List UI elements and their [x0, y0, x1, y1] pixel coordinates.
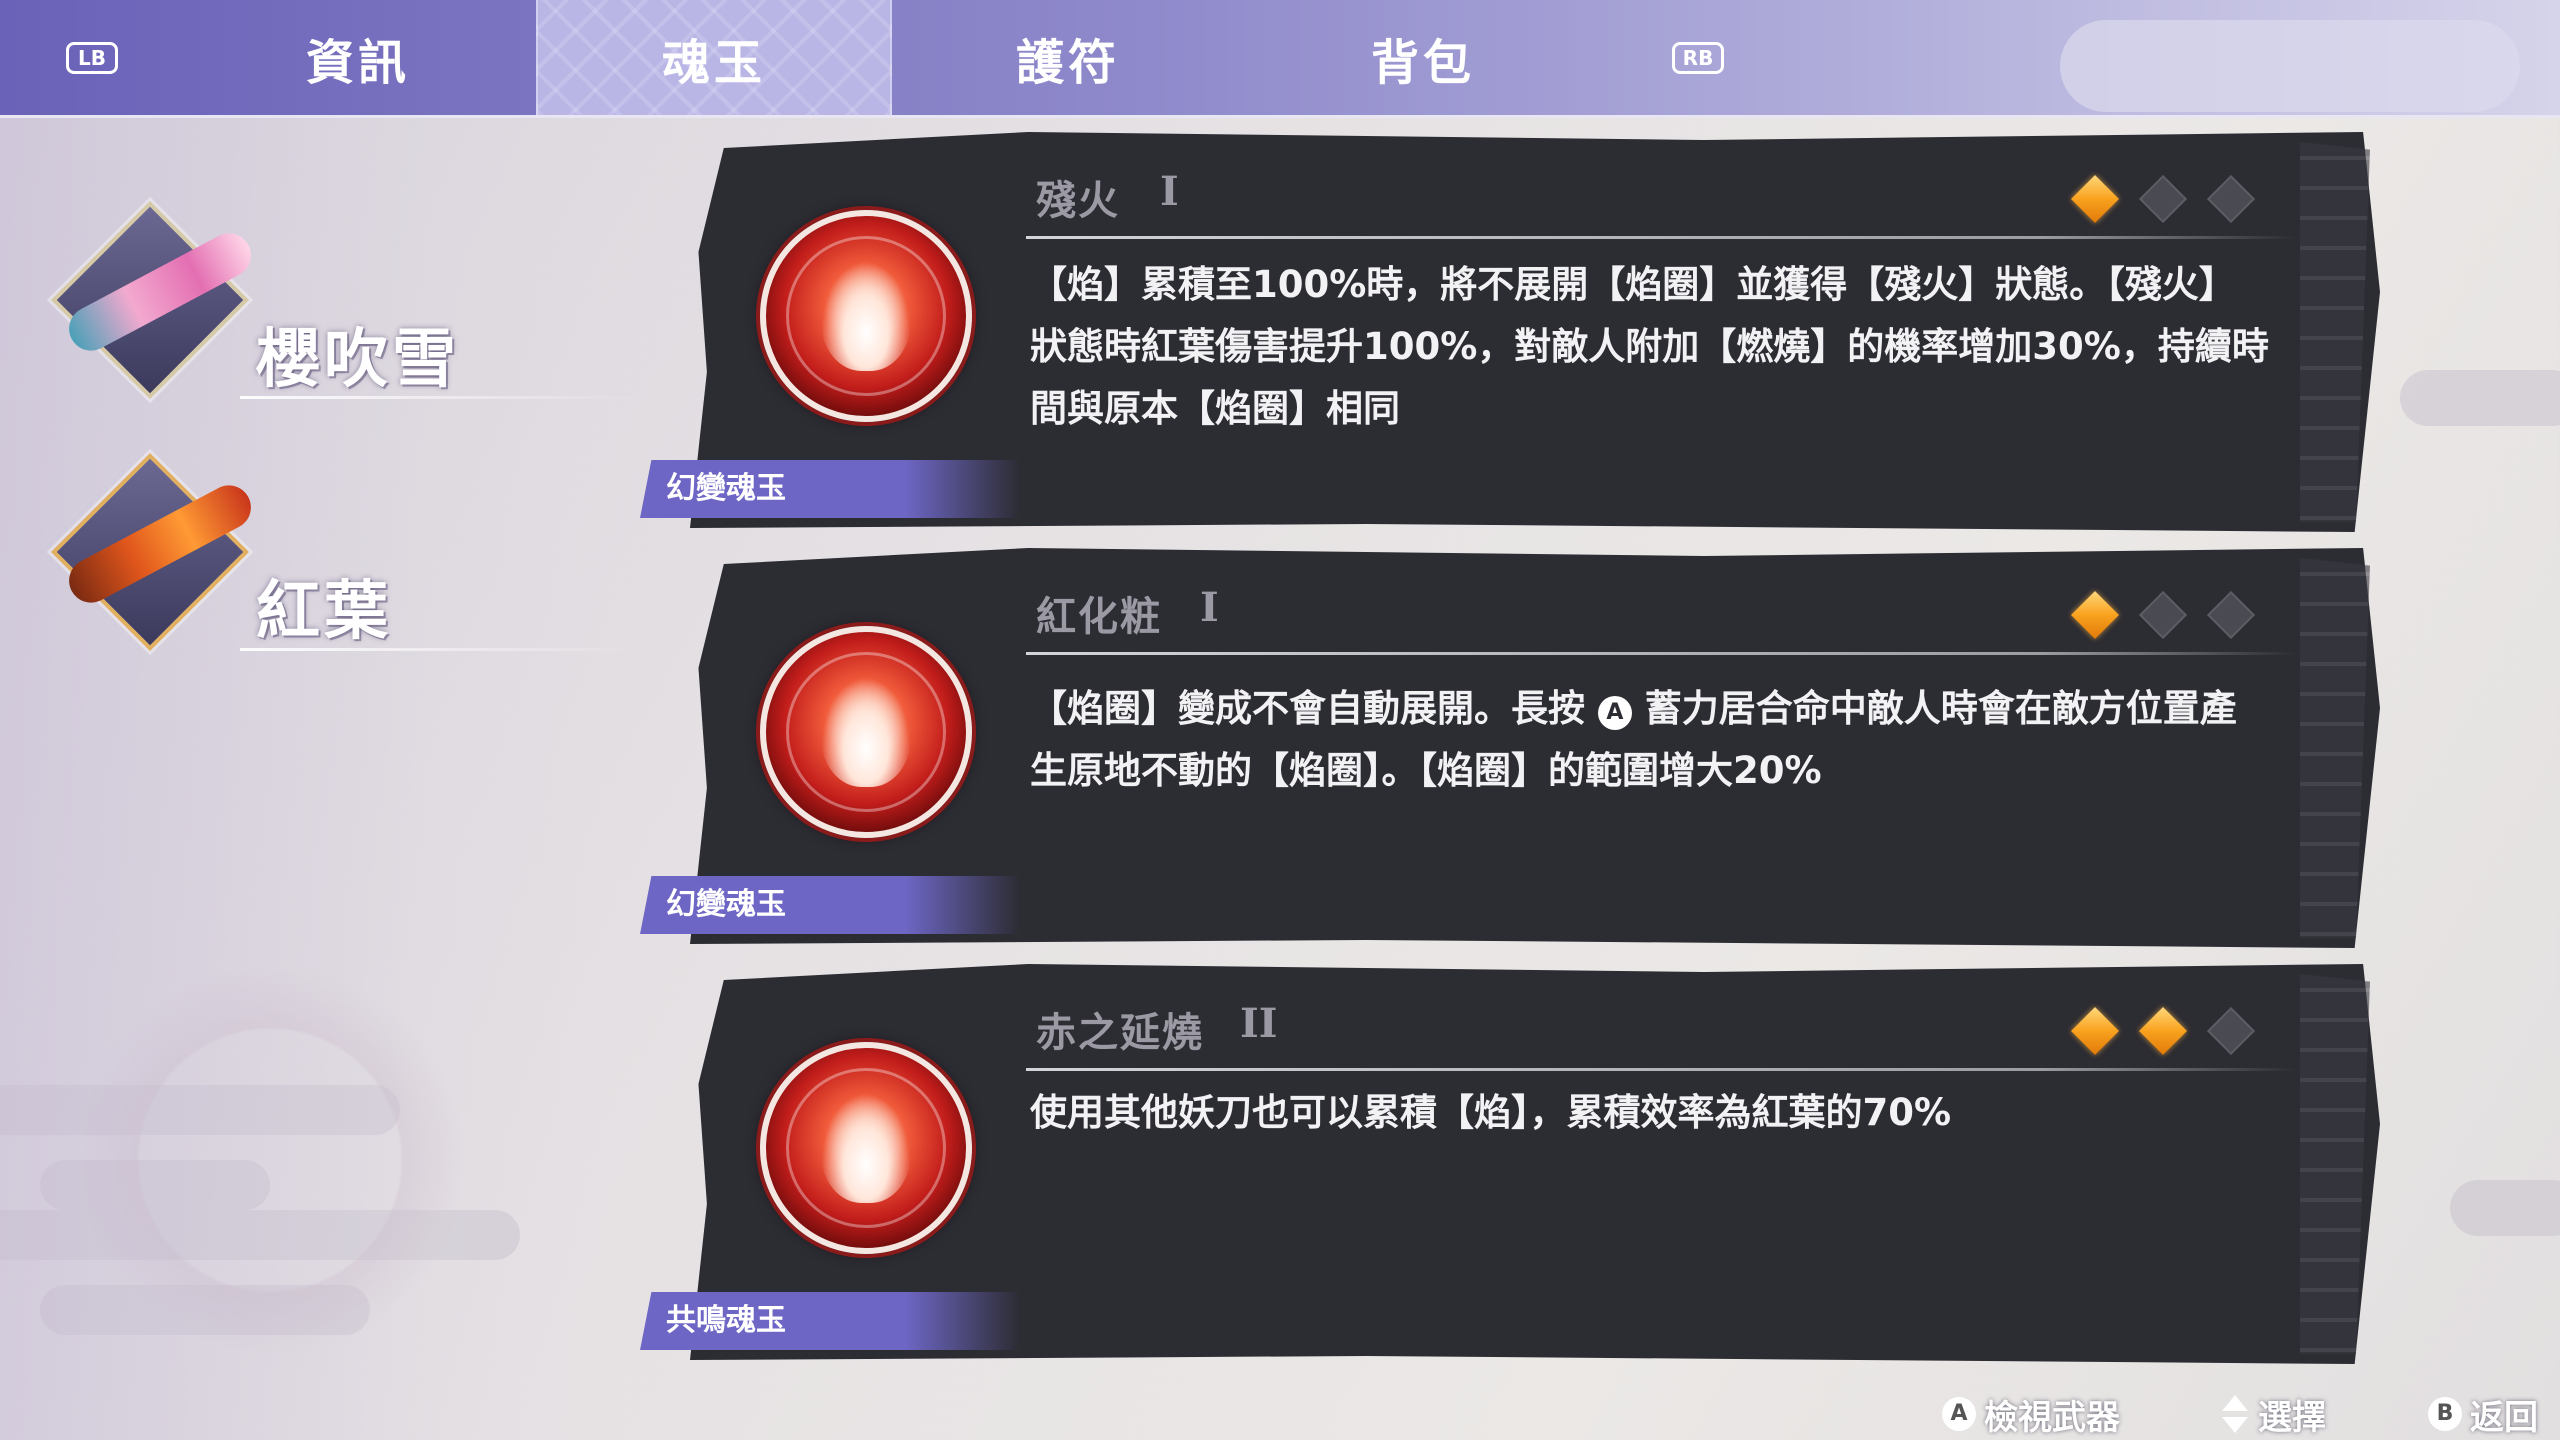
soul-jade-title: 紅化粧	[1036, 594, 1162, 640]
soul-jade-type-label: 幻變魂玉	[640, 876, 1020, 934]
rank-gems	[2070, 588, 2298, 644]
rank-gem-empty-icon	[2138, 174, 2188, 224]
rank-gems	[2070, 1004, 2298, 1060]
rank-gem-empty-icon	[2206, 590, 2256, 640]
weapon-name: 櫻吹雪	[256, 323, 460, 397]
soul-jade-title: 赤之延燒	[1036, 1010, 1204, 1056]
orb-flame	[821, 261, 911, 371]
hint-label: 檢視武器	[1984, 1397, 2120, 1438]
a-button-icon: A	[1597, 696, 1632, 730]
tab-info[interactable]: 資訊	[180, 0, 536, 115]
soul-jade-tier: II	[1240, 1000, 1278, 1047]
hint-view-weapon[interactable]: A 檢視武器	[1942, 1392, 2120, 1438]
weapon-item-momiji[interactable]: 紅葉	[51, 453, 640, 662]
lb-button-icon[interactable]: LB	[66, 42, 118, 74]
hint-select[interactable]: 選擇	[2222, 1392, 2326, 1438]
blazing-slashes-orb-icon	[760, 1042, 972, 1254]
flame-soul-orb-icon	[760, 210, 972, 422]
rank-gem-empty-icon	[2206, 1006, 2256, 1056]
weapon-underline	[240, 648, 640, 651]
b-button-icon: B	[2428, 1397, 2462, 1431]
weapon-item-sakura-fubuki[interactable]: 櫻吹雪	[51, 201, 640, 410]
a-button-icon: A	[1942, 1397, 1976, 1431]
hint-label: 選擇	[2258, 1397, 2326, 1438]
dpad-up-down-icon	[2222, 1395, 2248, 1433]
rank-gem-filled-icon	[2138, 1006, 2188, 1056]
soul-jade-description: 【焰圈】變成不會自動展開。長按 A 蓄力居合命中敵人時會在敵方位置產生原地不動的…	[1030, 678, 2270, 802]
soul-jade-description: 【焰】累積至100%時，將不展開【焰圈】並獲得【殘火】狀態。【殘火】狀態時紅葉傷…	[1030, 263, 2269, 430]
soul-jade-type-label: 幻變魂玉	[640, 460, 1020, 518]
soul-jade-card[interactable]: 紅化粧 I 【焰圈】變成不會自動展開。長按 A 蓄力居合命中敵人時會在敵方位置產…	[640, 548, 2380, 948]
soul-jade-tier: I	[1160, 168, 1179, 215]
crossed-blades-flame-orb-icon	[760, 626, 972, 838]
bg-cloud	[2400, 370, 2560, 426]
rb-button-icon[interactable]: RB	[1672, 42, 1724, 74]
title-divider	[1026, 1068, 2296, 1071]
weapon-underline	[240, 396, 640, 399]
orb-flame	[821, 1093, 911, 1203]
hint-back[interactable]: B 返回	[2428, 1392, 2538, 1438]
bg-cloud	[2450, 1180, 2560, 1236]
rank-gem-empty-icon	[2206, 174, 2256, 224]
rank-gem-filled-icon	[2070, 1006, 2120, 1056]
rank-gem-filled-icon	[2070, 590, 2120, 640]
hint-label: 返回	[2470, 1397, 2538, 1438]
soul-jade-card[interactable]: 赤之延燒 II 使用其他妖刀也可以累積【焰】，累積效率為紅葉的70% 共鳴魂玉	[640, 964, 2380, 1364]
tab-bar-cloud-decoration	[2060, 20, 2520, 112]
rank-gem-empty-icon	[2138, 590, 2188, 640]
tab-backpack[interactable]: 背包	[1245, 0, 1601, 115]
soul-jade-type-label: 共鳴魂玉	[640, 1292, 1020, 1350]
orb-flame	[821, 677, 911, 787]
title-divider	[1026, 652, 2296, 655]
rank-gem-filled-icon	[2070, 174, 2120, 224]
tab-talisman[interactable]: 護符	[890, 0, 1246, 115]
soul-jade-tier: I	[1200, 584, 1219, 631]
top-tab-bar: LB 資訊 魂玉 護符 背包 RB	[0, 0, 2560, 118]
soul-jade-card[interactable]: 殘火 I 【焰】累積至100%時，將不展開【焰圈】並獲得【殘火】狀態。【殘火】狀…	[640, 132, 2380, 532]
soul-jade-description: 使用其他妖刀也可以累積【焰】，累積效率為紅葉的70%	[1030, 1091, 1952, 1134]
weapon-name: 紅葉	[256, 575, 392, 649]
desc-text-pre: 【焰圈】變成不會自動展開。長按	[1030, 687, 1585, 730]
rank-gems	[2070, 172, 2298, 228]
soul-jade-title: 殘火	[1036, 178, 1120, 224]
title-divider	[1026, 236, 2296, 239]
tab-soul-jade[interactable]: 魂玉	[536, 0, 892, 115]
